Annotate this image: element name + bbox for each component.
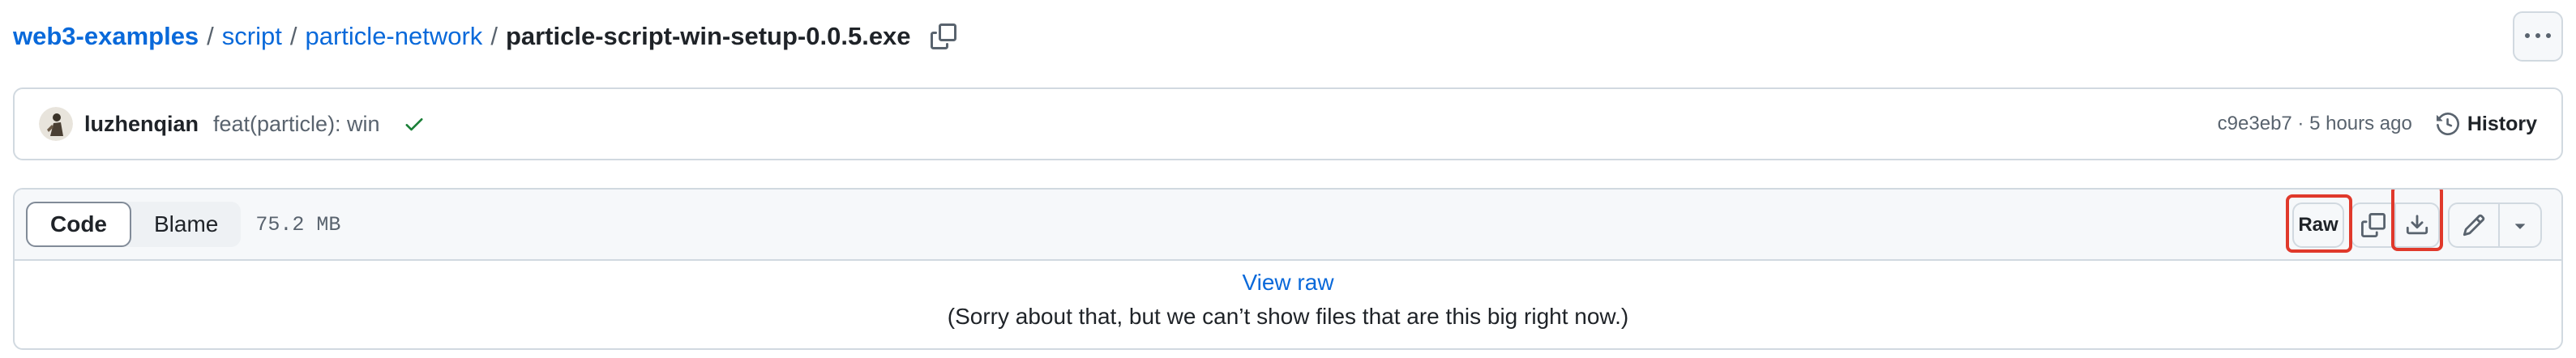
breadcrumb-separator: / (490, 22, 498, 50)
history-label: History (2467, 112, 2537, 135)
breadcrumb-file-name: particle-script-win-setup-0.0.5.exe (505, 22, 911, 50)
edit-file-button[interactable] (2448, 202, 2500, 248)
tab-code[interactable]: Code (26, 202, 131, 247)
latest-commit-bar: luzhenqian feat(particle): win c9e3eb7 ·… (13, 87, 2563, 160)
edit-options-dropdown[interactable] (2498, 202, 2542, 248)
commit-sha-time[interactable]: c9e3eb7 · 5 hours ago (2218, 113, 2412, 135)
raw-button[interactable]: Raw (2292, 202, 2344, 248)
breadcrumb-separator: / (207, 22, 214, 50)
commit-meta: c9e3eb7 · 5 hours ago History (2218, 113, 2537, 136)
history-button[interactable]: History (2436, 112, 2537, 136)
file-size: 75.2 MB (255, 212, 341, 237)
copy-icon (930, 23, 956, 49)
triangle-down-icon (2515, 224, 2525, 229)
view-raw-link[interactable]: View raw (15, 266, 2561, 300)
download-raw-button[interactable] (2394, 202, 2440, 248)
copy-raw-button[interactable] (2351, 202, 2396, 248)
avatar[interactable] (39, 107, 73, 141)
pencil-icon (2463, 214, 2485, 237)
file-viewer: Code Blame 75.2 MB Raw View raw (Sorry a… (13, 188, 2563, 350)
history-icon (2436, 113, 2459, 135)
file-actions: Raw (2286, 190, 2552, 261)
check-icon[interactable] (403, 113, 426, 135)
view-mode-toggle: Code Blame (26, 202, 242, 247)
more-options-button[interactable] (2513, 11, 2563, 62)
file-body: View raw (Sorry about that, but we can’t… (15, 261, 2561, 334)
breadcrumb-folder-script[interactable]: script (222, 22, 282, 51)
copy-path-button[interactable] (930, 23, 956, 49)
download-icon (2406, 215, 2428, 235)
breadcrumb: web3-examples / script / particle-networ… (13, 16, 956, 57)
tab-blame[interactable]: Blame (131, 202, 241, 247)
file-header: Code Blame 75.2 MB Raw (15, 190, 2561, 261)
kebab-horizontal-icon (2525, 33, 2551, 38)
file-too-big-message: (Sorry about that, but we can’t show fil… (947, 304, 1629, 329)
commit-author[interactable]: luzhenqian (84, 112, 199, 137)
breadcrumb-repo-link[interactable]: web3-examples (13, 22, 199, 51)
breadcrumb-separator: / (289, 22, 297, 50)
breadcrumb-folder-particle-network[interactable]: particle-network (306, 22, 483, 51)
copy-icon (2361, 213, 2386, 237)
commit-message[interactable]: feat(particle): win (213, 112, 380, 137)
